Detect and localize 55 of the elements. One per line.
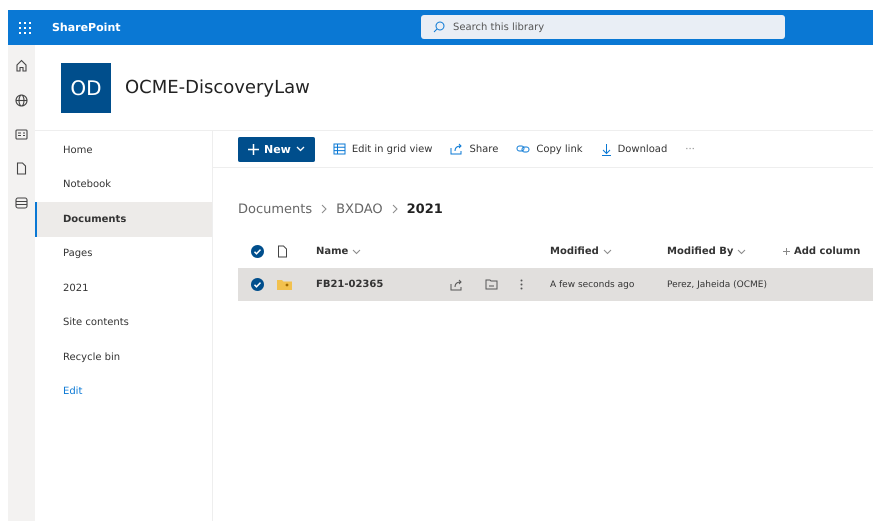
table-row[interactable]: FB21-02365 A few seconds ago Perez, Jaheida (OCME) — [238, 268, 873, 301]
file-icon[interactable] — [16, 162, 27, 175]
site-logo: OD — [61, 62, 111, 112]
search-field[interactable]: Search this library — [421, 15, 785, 39]
checkbox[interactable] — [251, 278, 264, 291]
column-header[interactable]: Name — [316, 246, 348, 257]
chevron-right-icon — [320, 204, 328, 214]
app-name[interactable]: SharePoint — [52, 21, 121, 34]
toolbar-button[interactable]: Share — [450, 143, 498, 155]
toolbar-button[interactable]: Copy link — [516, 144, 583, 154]
share-icon — [450, 143, 464, 155]
chevron-down-icon — [737, 248, 746, 254]
table-cell: A few seconds ago — [550, 280, 634, 290]
site-title: OCME-DiscoveryLaw — [125, 77, 310, 98]
edit-link[interactable]: Edit — [35, 374, 212, 409]
column-header[interactable]: Modified — [550, 246, 599, 257]
more-button[interactable]: ··· — [685, 144, 695, 154]
new-button[interactable]: New — [238, 136, 315, 162]
plus-icon — [248, 144, 259, 154]
chevron-down-icon — [602, 248, 612, 254]
breadcrumb-item[interactable]: Documents — [238, 202, 312, 216]
grid-icon — [332, 143, 346, 155]
breadcrumb-item[interactable]: BXDAO — [336, 202, 383, 216]
plus-icon — [783, 248, 790, 255]
toolbar-button[interactable]: Download — [600, 142, 668, 156]
home-icon[interactable] — [15, 59, 28, 72]
nav-item[interactable]: Site contents — [35, 306, 212, 340]
nav-item[interactable]: Home — [35, 133, 212, 168]
file-name[interactable]: FB21-02365 — [316, 279, 384, 290]
search-icon — [433, 21, 445, 33]
toolbar-button[interactable]: Edit in grid view — [332, 143, 432, 155]
nav-item[interactable]: Recycle bin — [35, 340, 212, 374]
link-icon — [516, 144, 530, 154]
nav-item[interactable]: Documents — [35, 202, 212, 236]
nav-item[interactable]: 2021 — [35, 271, 212, 306]
download-icon — [600, 142, 612, 156]
list-icon[interactable] — [15, 197, 28, 209]
folder-icon — [277, 279, 292, 290]
nav-item[interactable]: Notebook — [35, 168, 212, 202]
table-cell: Perez, Jaheida (OCME) — [667, 280, 767, 290]
add-column-button[interactable]: Add column — [794, 246, 860, 257]
column-header[interactable]: Modified By — [667, 246, 734, 257]
news-icon[interactable] — [15, 129, 28, 140]
chevron-down-icon — [352, 248, 362, 254]
more-vertical-icon[interactable] — [520, 279, 523, 290]
checkbox[interactable] — [251, 245, 264, 258]
file-type-icon — [277, 245, 288, 258]
link-folder-icon[interactable] — [485, 279, 498, 290]
breadcrumb-item: 2021 — [406, 202, 443, 216]
globe-icon[interactable] — [15, 94, 28, 107]
chevron-right-icon — [390, 204, 399, 214]
app-launcher-icon[interactable] — [18, 20, 32, 34]
nav-item[interactable]: Pages — [35, 236, 212, 271]
chevron-down-icon — [296, 146, 305, 152]
share-icon[interactable] — [450, 278, 463, 290]
